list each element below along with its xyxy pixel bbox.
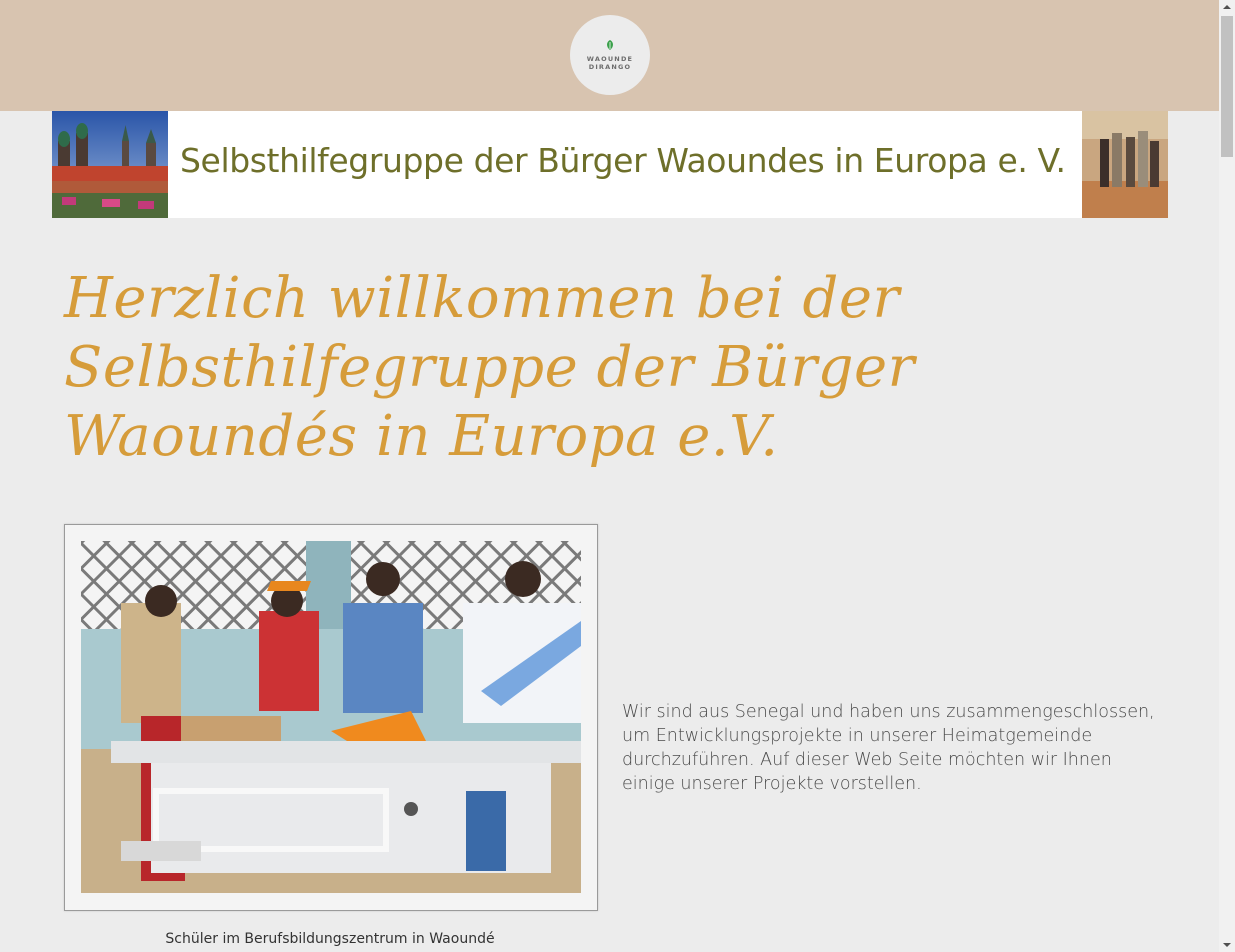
banner-title: Selbsthilfegruppe der Bürger Waoundes in… <box>180 141 1066 180</box>
page: WAOUNDE DIRANGO Selbsthilfegruppe der Bü… <box>0 0 1235 952</box>
header-banner: Selbsthilfegruppe der Bürger Waoundes in… <box>52 111 1168 218</box>
intro-text: Wir sind aus Senegal und haben uns zusam… <box>622 702 1155 794</box>
scrollbar-thumb[interactable] <box>1221 16 1233 157</box>
scroll-down-icon[interactable] <box>1223 943 1231 947</box>
scroll-up-icon[interactable] <box>1223 5 1231 9</box>
photo-frame <box>64 524 598 911</box>
site-logo[interactable]: WAOUNDE DIRANGO <box>570 15 650 95</box>
vertical-scrollbar[interactable] <box>1219 0 1235 952</box>
leaf-icon <box>607 40 613 50</box>
page-title: Herzlich willkommen bei der Selbsthilfeg… <box>64 266 915 469</box>
workshop-photo <box>81 541 581 893</box>
logo-text-line2: DIRANGO <box>588 63 632 71</box>
site-header: WAOUNDE DIRANGO <box>0 0 1219 111</box>
photo-caption: Schüler im Berufsbildungszentrum in Waou… <box>165 931 495 947</box>
logo-text-line1: WAOUNDE <box>586 55 634 63</box>
city-skyline-image <box>52 111 168 218</box>
group-photo-image <box>1082 111 1168 218</box>
